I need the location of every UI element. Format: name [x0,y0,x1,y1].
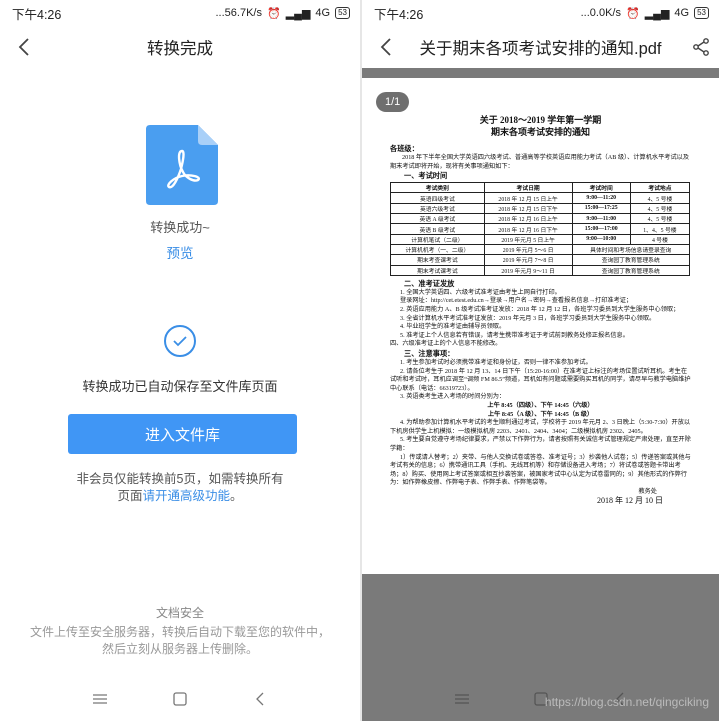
exam-table: 考试类别 考试日期 考试时间 考试地点 英语四级考试 2018 年 12 月 15 日上午… [390,182,691,276]
status-bar: 下午4:26 ...0.0K/s ⏰ ▂▄▆ 4G 53 [362,0,719,26]
table-cell: 15:00—17:00 [571,223,631,235]
table-cell: 考试日期 [483,182,573,194]
doc-signature: 教务处 [638,487,657,495]
enter-library-button[interactable]: 进入文件库 [68,414,297,454]
table-cell: 2019 年元月 9～11 日 [483,264,573,276]
status-bar: 下午4:26 ...56.7K/s ⏰ ▂▄▆ 4G 53 [0,0,360,26]
watermark: https://blog.csdn.net/qingciking [544,695,709,709]
system-nav-bar [0,677,360,721]
table-cell: 9:00—10:00 [571,233,631,245]
share-icon[interactable] [691,37,711,57]
left-phone-screen: 下午4:26 ...56.7K/s ⏰ ▂▄▆ 4G 53 转换完成 转换成功~… [0,0,360,721]
table-cell: 查询园丁教育管理系统 [571,254,691,266]
table-cell: 2019 年元月 7～8 日 [483,254,573,266]
document-title: 关于期末各项考试安排的通知.pdf [419,40,662,58]
doc-intro: 2018 年下半年全国大学英语四六级考试、普通高等学校英语应用能力考试（AB 级… [390,154,690,170]
doc-title-line2: 期末各项考试安排的通知 [490,127,590,137]
table-cell: 9:00—11:00 [571,213,631,225]
table-row: 英语六级考试 2018 年 12 月 15 日下午 15:00—17:25 4、5 号… [390,202,691,215]
network-speed: ...0.0K/s [580,7,621,19]
doc-section-2: 二、准考证发放 [404,279,455,288]
table-cell: 4、5 号楼 [629,213,691,225]
table-row: 计算机笔试（二级） 2019 年元月 5 日上午 9:00—10:00 4 号楼 [390,233,691,245]
table-cell: 4、5 号楼 [629,202,691,215]
table-header-row: 考试类别 考试日期 考试时间 考试地点 [390,182,691,194]
convert-success-text: 转换成功~ [150,220,210,235]
security-text: 文件上传至安全服务器，转换后自动下载至您的软件中， 然后立刻从服务器上传删除。 [29,625,330,656]
table-row: 英语 B 级考试 2018 年 12 月 16 日下午 15:00—17:00 1、4… [390,223,691,235]
network-type: 4G [315,7,331,19]
page-indicator: 1/1 [376,92,410,112]
table-cell: 考试时间 [571,182,631,194]
status-time: 下午4:26 [12,7,62,22]
network-speed: ...56.7K/s [215,7,262,19]
pdf-page: 1/1 关于 2018～2019 学年第一学期 期末各项考试安排的通知 各班级：… [362,78,719,574]
table-cell: 英语 A 级考试 [390,213,485,225]
network-type: 4G [674,7,690,19]
table-cell: 英语四级考试 [390,192,485,204]
doc-title-line1: 关于 2018～2019 学年第一学期 [479,115,602,125]
doc-greeting: 各班级： [390,145,419,153]
table-cell: 计算机笔试（二级） [390,233,485,245]
table-cell: 2018 年 12 月 16 日下午 [483,223,573,235]
table-cell: 2018 年 12 月 15 日下午 [483,202,573,215]
upgrade-link[interactable]: 请开通高级功能 [142,489,230,503]
security-title: 文档安全 [155,606,204,620]
back-arrow-icon[interactable] [376,36,398,58]
table-cell: 15:00—17:25 [571,202,631,215]
table-row: 期末考查课考试 2019 年元月 7～8 日查询园丁教育管理系统 [390,254,691,266]
doc-section-1: 一、考试时间 [404,172,448,181]
alarm-icon: ⏰ [266,7,281,20]
menu-icon[interactable] [450,687,474,711]
back-arrow-icon[interactable] [14,36,36,58]
table-cell: 4、5 号楼 [629,192,691,204]
table-cell: 英语 B 级考试 [390,223,485,235]
home-icon[interactable] [168,687,192,711]
table-cell: 4 号楼 [629,233,691,245]
signal-icon: ▂▄▆ [285,7,311,20]
table-row: 英语 A 级考试 2018 年 12 月 16 日上午 9:00—11:00 4、5 … [390,213,691,225]
right-phone-screen: 下午4:26 ...0.0K/s ⏰ ▂▄▆ 4G 53 关于期末各项考试安排的… [362,0,719,721]
status-time: 下午4:26 [374,7,424,22]
table-row: 计算机机考（一、二级） 2019 年元月 5～6 日具体时间和考场信息请登录查询 [390,243,691,256]
battery-icon: 53 [694,7,709,19]
menu-icon[interactable] [88,687,112,711]
table-cell: 考试地点 [629,182,691,194]
alarm-icon: ⏰ [625,7,640,20]
table-cell: 查询园丁教育管理系统 [571,264,691,276]
table-cell: 计算机机考（一、二级） [390,243,485,256]
doc-section-3: 三、注意事项： [404,350,455,359]
doc-date: 2018 年 12 月 10 日 [597,495,663,505]
table-row: 英语四级考试 2018 年 12 月 15 日上午 9:00—11:20 4、5 号楼 [390,192,691,204]
preview-link[interactable]: 预览 [0,242,360,262]
check-circle-icon [164,325,196,357]
table-cell: 考试类别 [390,182,485,194]
battery-icon: 53 [335,7,350,19]
table-cell: 2018 年 12 月 16 日上午 [483,213,573,225]
table-cell: 2018 年 12 月 15 日上午 [483,192,573,204]
table-cell: 英语六级考试 [390,202,485,215]
back-icon[interactable] [248,687,272,711]
table-cell: 2019 年元月 5 日上午 [483,233,573,245]
pdf-file-icon [146,125,218,205]
table-row: 期末考试课考试 2019 年元月 9～11 日查询园丁教育管理系统 [390,264,691,276]
pdf-viewer[interactable]: 1/1 关于 2018～2019 学年第一学期 期末各项考试安排的通知 各班级：… [362,68,719,721]
table-cell: 期末考试课考试 [390,264,485,276]
table-cell: 期末考查课考试 [390,254,485,266]
member-note: 非会员仅能转换前5页，如需转换所有 页面请开通高级功能。 [76,472,284,503]
page-title: 转换完成 [147,40,213,58]
nav-bar: 关于期末各项考试安排的通知.pdf [362,26,719,68]
saved-note: 转换成功已自动保存至文件库页面 [82,379,278,394]
nav-bar: 转换完成 [0,26,360,68]
table-cell: 1、4、5 号楼 [629,223,691,235]
signal-icon: ▂▄▆ [644,7,670,20]
table-cell: 2019 年元月 5～6 日 [483,243,573,256]
table-cell: 具体时间和考场信息请登录查询 [571,243,691,256]
table-cell: 9:00—11:20 [571,192,631,204]
